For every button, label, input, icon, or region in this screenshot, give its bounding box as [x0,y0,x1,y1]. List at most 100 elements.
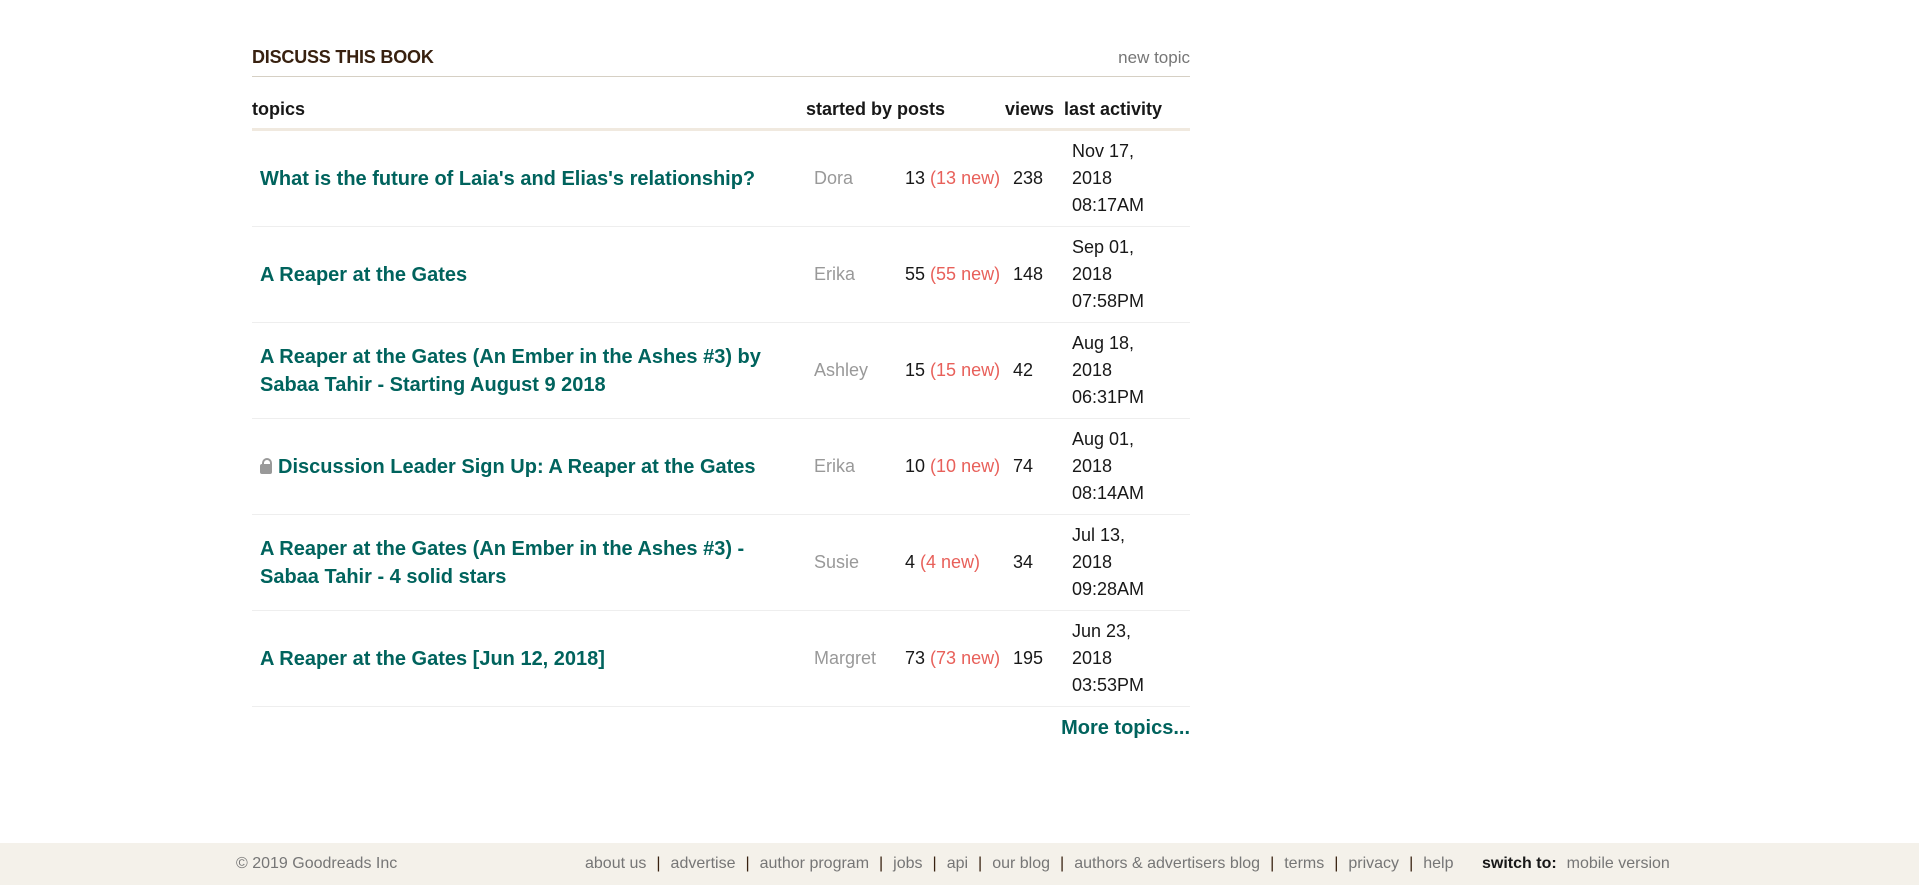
started-by-cell: Erika [806,226,897,323]
footer-link-advertise[interactable]: advertise [671,855,736,873]
last-activity-cell: Nov 17, 2018 08:17AM [1064,129,1190,227]
table-row: A Reaper at the Gates Erika 55 (55 new) 148… [252,226,1190,323]
footer-separator: | [745,855,750,872]
footer-separator: | [932,855,937,872]
header-last-activity: last activity [1064,95,1190,131]
new-post-count: (73 new) [930,648,1001,668]
table-header-row: topics started by posts views last activ… [252,95,1190,131]
footer-separator: | [656,855,661,872]
footer-link-privacy[interactable]: privacy [1348,855,1399,873]
new-post-count: (15 new) [930,360,1001,380]
table-row: A Reaper at the Gates (An Ember in the A… [252,514,1190,611]
activity-time: 08:14AM [1072,483,1145,503]
post-count: 55 [905,264,926,284]
footer-link-author-program[interactable]: author program [760,855,869,873]
activity-time: 09:28AM [1072,579,1145,599]
activity-year: 2018 [1072,360,1113,380]
activity-year: 2018 [1072,264,1113,284]
posts-cell: 73 (73 new) [897,610,1005,707]
topic-cell: Discussion Leader Sign Up: A Reaper at t… [252,418,806,515]
table-row: A Reaper at the Gates [Jun 12, 2018] Marg… [252,610,1190,707]
new-post-count: (13 new) [930,168,1001,188]
table-row: What is the future of Laia's and Elias's… [252,129,1190,227]
views-cell: 42 [1005,322,1064,419]
posts-cell: 10 (10 new) [897,418,1005,515]
footer-separator: | [978,855,983,872]
post-count: 13 [905,168,926,188]
topic-cell: A Reaper at the Gates [Jun 12, 2018] [252,610,806,707]
activity-date: Nov 17, [1072,141,1135,161]
started-by-cell: Erika [806,418,897,515]
new-topic-link[interactable]: new topic [1118,48,1190,76]
new-post-count: (10 new) [930,456,1001,476]
topic-link[interactable]: A Reaper at the Gates (An Ember in the A… [260,346,761,396]
discussion-section: DISCUSS THIS BOOK new topic topics start… [252,38,1190,740]
activity-date: Jun 23, [1072,621,1132,641]
activity-year: 2018 [1072,456,1113,476]
section-title: DISCUSS THIS BOOK [252,47,434,67]
last-activity-cell: Aug 01, 2018 08:14AM [1064,418,1190,515]
footer-separator: | [1060,855,1065,872]
activity-date: Aug 18, [1072,333,1135,353]
mobile-version-link[interactable]: mobile version [1567,855,1670,872]
post-count: 73 [905,648,926,668]
footer-separator: | [1334,855,1339,872]
footer-separator: | [1409,855,1414,872]
footer-link-authors-advertisers-blog[interactable]: authors & advertisers blog [1074,855,1260,873]
topic-cell: A Reaper at the Gates (An Ember in the A… [252,514,806,611]
topic-link[interactable]: A Reaper at the Gates (An Ember in the A… [260,538,744,588]
header-views: views [1005,95,1064,131]
footer-link-about-us[interactable]: about us [585,855,646,873]
activity-date: Sep 01, [1072,237,1135,257]
copyright: © 2019 Goodreads Inc [236,855,398,872]
views-cell: 148 [1005,226,1064,323]
topics-table: topics started by posts views last activ… [252,95,1190,707]
lock-icon [260,457,272,474]
footer-link-our-blog[interactable]: our blog [992,855,1050,873]
new-post-count: (4 new) [920,552,981,572]
topic-link[interactable]: What is the future of Laia's and Elias's… [260,168,755,190]
last-activity-cell: Jun 23, 2018 03:53PM [1064,610,1190,707]
activity-time: 08:17AM [1072,195,1145,215]
header-started-by: started by [806,95,897,131]
started-by-cell: Dora [806,129,897,227]
last-activity-cell: Sep 01, 2018 07:58PM [1064,226,1190,323]
topic-link[interactable]: Discussion Leader Sign Up: A Reaper at t… [278,456,756,478]
footer-separator: | [1270,855,1275,872]
switch-label: switch to: [1482,855,1557,872]
footer: © 2019 Goodreads Inc about us | advertise |… [0,843,1919,885]
more-topics-link[interactable]: More topics... [252,717,1190,740]
footer-link-api[interactable]: api [947,855,968,873]
started-by-cell: Margret [806,610,897,707]
activity-date: Aug 01, [1072,429,1135,449]
header-posts: posts [897,95,1005,131]
views-cell: 195 [1005,610,1064,707]
post-count: 15 [905,360,926,380]
section-header: DISCUSS THIS BOOK new topic [252,38,1190,77]
footer-link-help[interactable]: help [1423,855,1453,873]
topic-cell: A Reaper at the Gates [252,226,806,323]
activity-year: 2018 [1072,648,1113,668]
last-activity-cell: Jul 13, 2018 09:28AM [1064,514,1190,611]
last-activity-cell: Aug 18, 2018 06:31PM [1064,322,1190,419]
footer-links: about us | advertise | author program | jobs | a… [585,855,1453,873]
posts-cell: 13 (13 new) [897,129,1005,227]
footer-link-jobs[interactable]: jobs [893,855,922,873]
table-row: A Reaper at the Gates (An Ember in the A… [252,322,1190,419]
topic-link[interactable]: A Reaper at the Gates [260,264,467,286]
views-cell: 238 [1005,129,1064,227]
switch-to: switch to: mobile version [1482,855,1670,873]
posts-cell: 15 (15 new) [897,322,1005,419]
activity-date: Jul 13, [1072,525,1126,545]
topic-cell: A Reaper at the Gates (An Ember in the A… [252,322,806,419]
activity-time: 06:31PM [1072,387,1145,407]
activity-year: 2018 [1072,168,1113,188]
posts-cell: 4 (4 new) [897,514,1005,611]
views-cell: 74 [1005,418,1064,515]
topic-cell: What is the future of Laia's and Elias's… [252,129,806,227]
posts-cell: 55 (55 new) [897,226,1005,323]
topic-link[interactable]: A Reaper at the Gates [Jun 12, 2018] [260,648,605,670]
footer-link-terms[interactable]: terms [1284,855,1324,873]
activity-time: 03:53PM [1072,675,1145,695]
footer-separator: | [879,855,884,872]
